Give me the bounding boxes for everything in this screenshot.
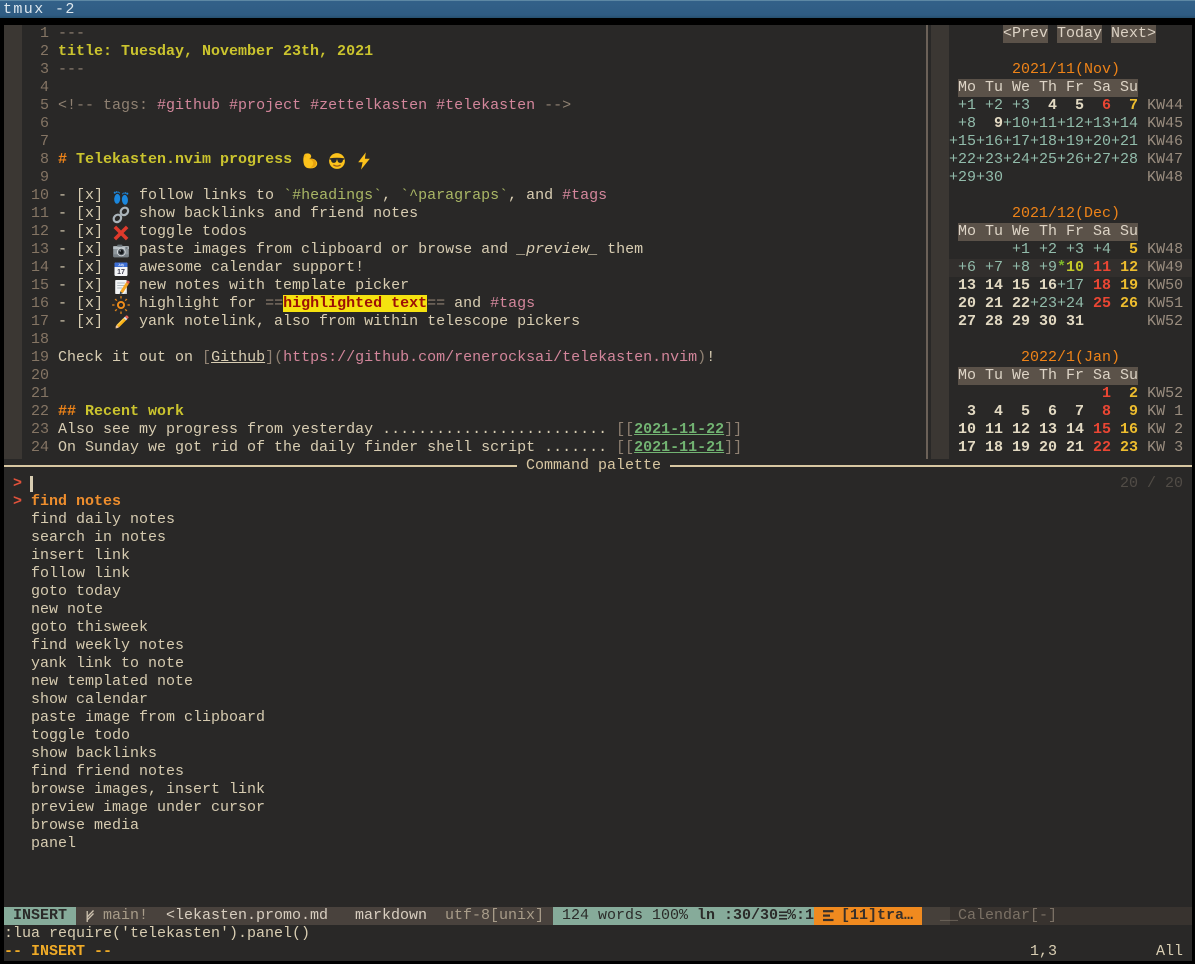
svg-text:17: 17: [117, 269, 125, 276]
svg-text:July: July: [118, 263, 124, 267]
